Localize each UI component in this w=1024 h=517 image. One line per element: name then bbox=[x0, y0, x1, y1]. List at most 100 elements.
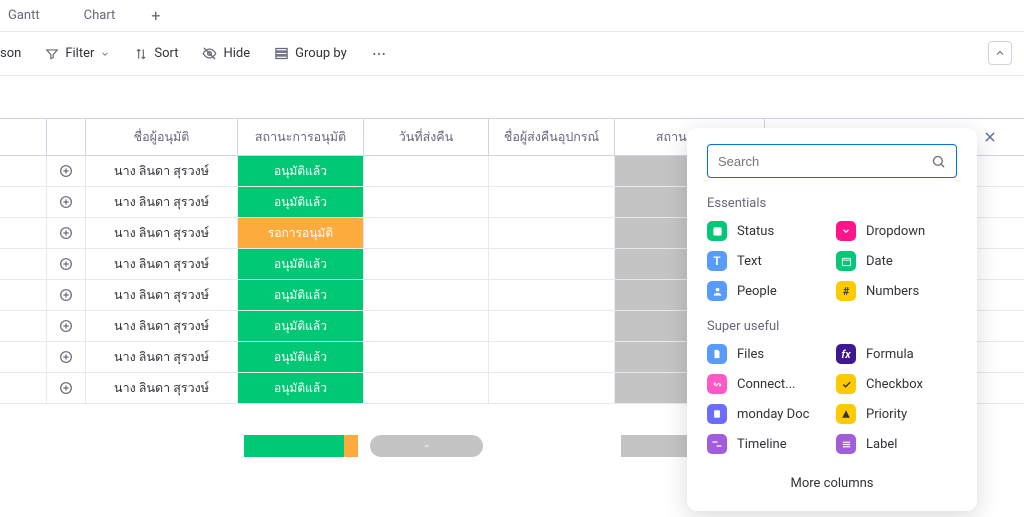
opt-connect-label: Connect... bbox=[737, 377, 795, 392]
expand-cell[interactable] bbox=[47, 280, 86, 310]
return-date-cell[interactable] bbox=[364, 218, 489, 248]
expand-icon[interactable] bbox=[57, 286, 75, 304]
status-cell[interactable]: อนุมัติแล้ว bbox=[238, 280, 364, 310]
row-leading bbox=[0, 218, 47, 248]
expand-icon[interactable] bbox=[57, 162, 75, 180]
text-icon: T bbox=[707, 251, 727, 271]
status-cell[interactable]: รอการอนุมัติ bbox=[238, 218, 364, 248]
opt-dropdown[interactable]: Dropdown bbox=[836, 221, 957, 241]
expand-cell[interactable] bbox=[47, 249, 86, 279]
expand-cell[interactable] bbox=[47, 156, 86, 186]
opt-text[interactable]: T Text bbox=[707, 251, 828, 271]
opt-timeline[interactable]: Timeline bbox=[707, 434, 828, 454]
section-super-useful: Super useful bbox=[707, 319, 957, 334]
status-cell[interactable]: อนุมัติแล้ว bbox=[238, 249, 364, 279]
returner-cell[interactable] bbox=[489, 280, 615, 310]
more-options-button[interactable] bbox=[371, 46, 387, 62]
returner-cell[interactable] bbox=[489, 156, 615, 186]
status-cell[interactable]: อนุมัติแล้ว bbox=[238, 311, 364, 341]
return-date-cell[interactable] bbox=[364, 373, 489, 403]
approver-cell[interactable]: นาง ลินดา สุรวงษ์ bbox=[86, 218, 238, 248]
expand-icon[interactable] bbox=[57, 193, 75, 211]
returner-cell[interactable] bbox=[489, 342, 615, 372]
expand-icon[interactable] bbox=[57, 255, 75, 273]
return-date-cell[interactable] bbox=[364, 249, 489, 279]
sort-button[interactable]: Sort bbox=[134, 46, 178, 61]
person-filter[interactable]: son bbox=[0, 46, 21, 61]
search-input-wrap[interactable] bbox=[707, 144, 957, 178]
returner-cell[interactable] bbox=[489, 187, 615, 217]
opt-formula-label: Formula bbox=[866, 347, 914, 362]
col-return-date[interactable]: วันที่ส่งคืน bbox=[364, 119, 489, 155]
return-date-cell[interactable] bbox=[364, 342, 489, 372]
return-date-cell[interactable] bbox=[364, 311, 489, 341]
expand-cell[interactable] bbox=[47, 218, 86, 248]
opt-formula[interactable]: fx Formula bbox=[836, 344, 957, 364]
status-cell[interactable]: อนุมัติแล้ว bbox=[238, 373, 364, 403]
return-date-cell[interactable] bbox=[364, 156, 489, 186]
col-approver[interactable]: ชื่อผู้อนุมัติ bbox=[86, 119, 238, 155]
expand-cell[interactable] bbox=[47, 373, 86, 403]
status-summary bbox=[238, 430, 364, 462]
return-date-cell[interactable] bbox=[364, 187, 489, 217]
expand-icon[interactable] bbox=[57, 348, 75, 366]
opt-label[interactable]: Label bbox=[836, 434, 957, 454]
tab-chart[interactable]: Chart bbox=[76, 8, 124, 23]
row-leading bbox=[0, 280, 47, 310]
opt-status-label: Status bbox=[737, 224, 774, 239]
approver-cell[interactable]: นาง ลินดา สุรวงษ์ bbox=[86, 373, 238, 403]
date-summary-dash: - bbox=[425, 438, 429, 454]
opt-priority[interactable]: Priority bbox=[836, 404, 957, 424]
opt-files-label: Files bbox=[737, 347, 764, 362]
status-cell[interactable]: อนุมัติแล้ว bbox=[238, 187, 364, 217]
timeline-icon bbox=[707, 434, 727, 454]
returner-cell[interactable] bbox=[489, 249, 615, 279]
groupby-button[interactable]: Group by bbox=[274, 46, 347, 61]
close-icon[interactable] bbox=[983, 130, 997, 144]
opt-numbers[interactable]: # Numbers bbox=[836, 281, 957, 301]
add-view-button[interactable]: + bbox=[151, 6, 160, 25]
filter-button[interactable]: Filter bbox=[45, 46, 110, 61]
collapse-button[interactable] bbox=[988, 41, 1012, 65]
approver-cell[interactable]: นาง ลินดา สุรวงษ์ bbox=[86, 249, 238, 279]
opt-connect[interactable]: Connect... bbox=[707, 374, 828, 394]
expand-cell[interactable] bbox=[47, 311, 86, 341]
opt-monday-doc[interactable]: monday Doc bbox=[707, 404, 828, 424]
expand-icon[interactable] bbox=[57, 317, 75, 335]
status-icon bbox=[707, 221, 727, 241]
status-cell[interactable]: อนุมัติแล้ว bbox=[238, 156, 364, 186]
group-icon bbox=[274, 46, 289, 61]
opt-dropdown-label: Dropdown bbox=[866, 224, 925, 239]
expand-col-header bbox=[47, 119, 86, 155]
returner-cell[interactable] bbox=[489, 218, 615, 248]
expand-icon[interactable] bbox=[57, 379, 75, 397]
opt-files[interactable]: Files bbox=[707, 344, 828, 364]
tab-gantt[interactable]: Gantt bbox=[0, 8, 48, 23]
returner-cell[interactable] bbox=[489, 311, 615, 341]
opt-date[interactable]: Date bbox=[836, 251, 957, 271]
hide-button[interactable]: Hide bbox=[202, 46, 250, 61]
search-input[interactable] bbox=[718, 154, 925, 169]
approver-cell[interactable]: นาง ลินดา สุรวงษ์ bbox=[86, 156, 238, 186]
approver-cell[interactable]: นาง ลินดา สุรวงษ์ bbox=[86, 280, 238, 310]
opt-priority-label: Priority bbox=[866, 407, 907, 422]
returner-cell[interactable] bbox=[489, 373, 615, 403]
opt-status[interactable]: Status bbox=[707, 221, 828, 241]
expand-cell[interactable] bbox=[47, 342, 86, 372]
section-essentials: Essentials bbox=[707, 196, 957, 211]
sort-icon bbox=[134, 47, 148, 61]
expand-icon[interactable] bbox=[57, 224, 75, 242]
opt-monday-doc-label: monday Doc bbox=[737, 407, 809, 422]
return-date-cell[interactable] bbox=[364, 280, 489, 310]
opt-people[interactable]: People bbox=[707, 281, 828, 301]
more-columns-button[interactable]: More columns bbox=[707, 476, 957, 491]
approver-cell[interactable]: นาง ลินดา สุรวงษ์ bbox=[86, 311, 238, 341]
expand-cell[interactable] bbox=[47, 187, 86, 217]
opt-checkbox[interactable]: Checkbox bbox=[836, 374, 957, 394]
approver-cell[interactable]: นาง ลินดา สุรวงษ์ bbox=[86, 342, 238, 372]
col-status[interactable]: สถานะการอนุมัติ bbox=[238, 119, 364, 155]
opt-date-label: Date bbox=[866, 254, 893, 269]
status-cell[interactable]: อนุมัติแล้ว bbox=[238, 342, 364, 372]
approver-cell[interactable]: นาง ลินดา สุรวงษ์ bbox=[86, 187, 238, 217]
col-returner[interactable]: ชื่อผู้ส่งคืนอุปกรณ์ bbox=[489, 119, 615, 155]
